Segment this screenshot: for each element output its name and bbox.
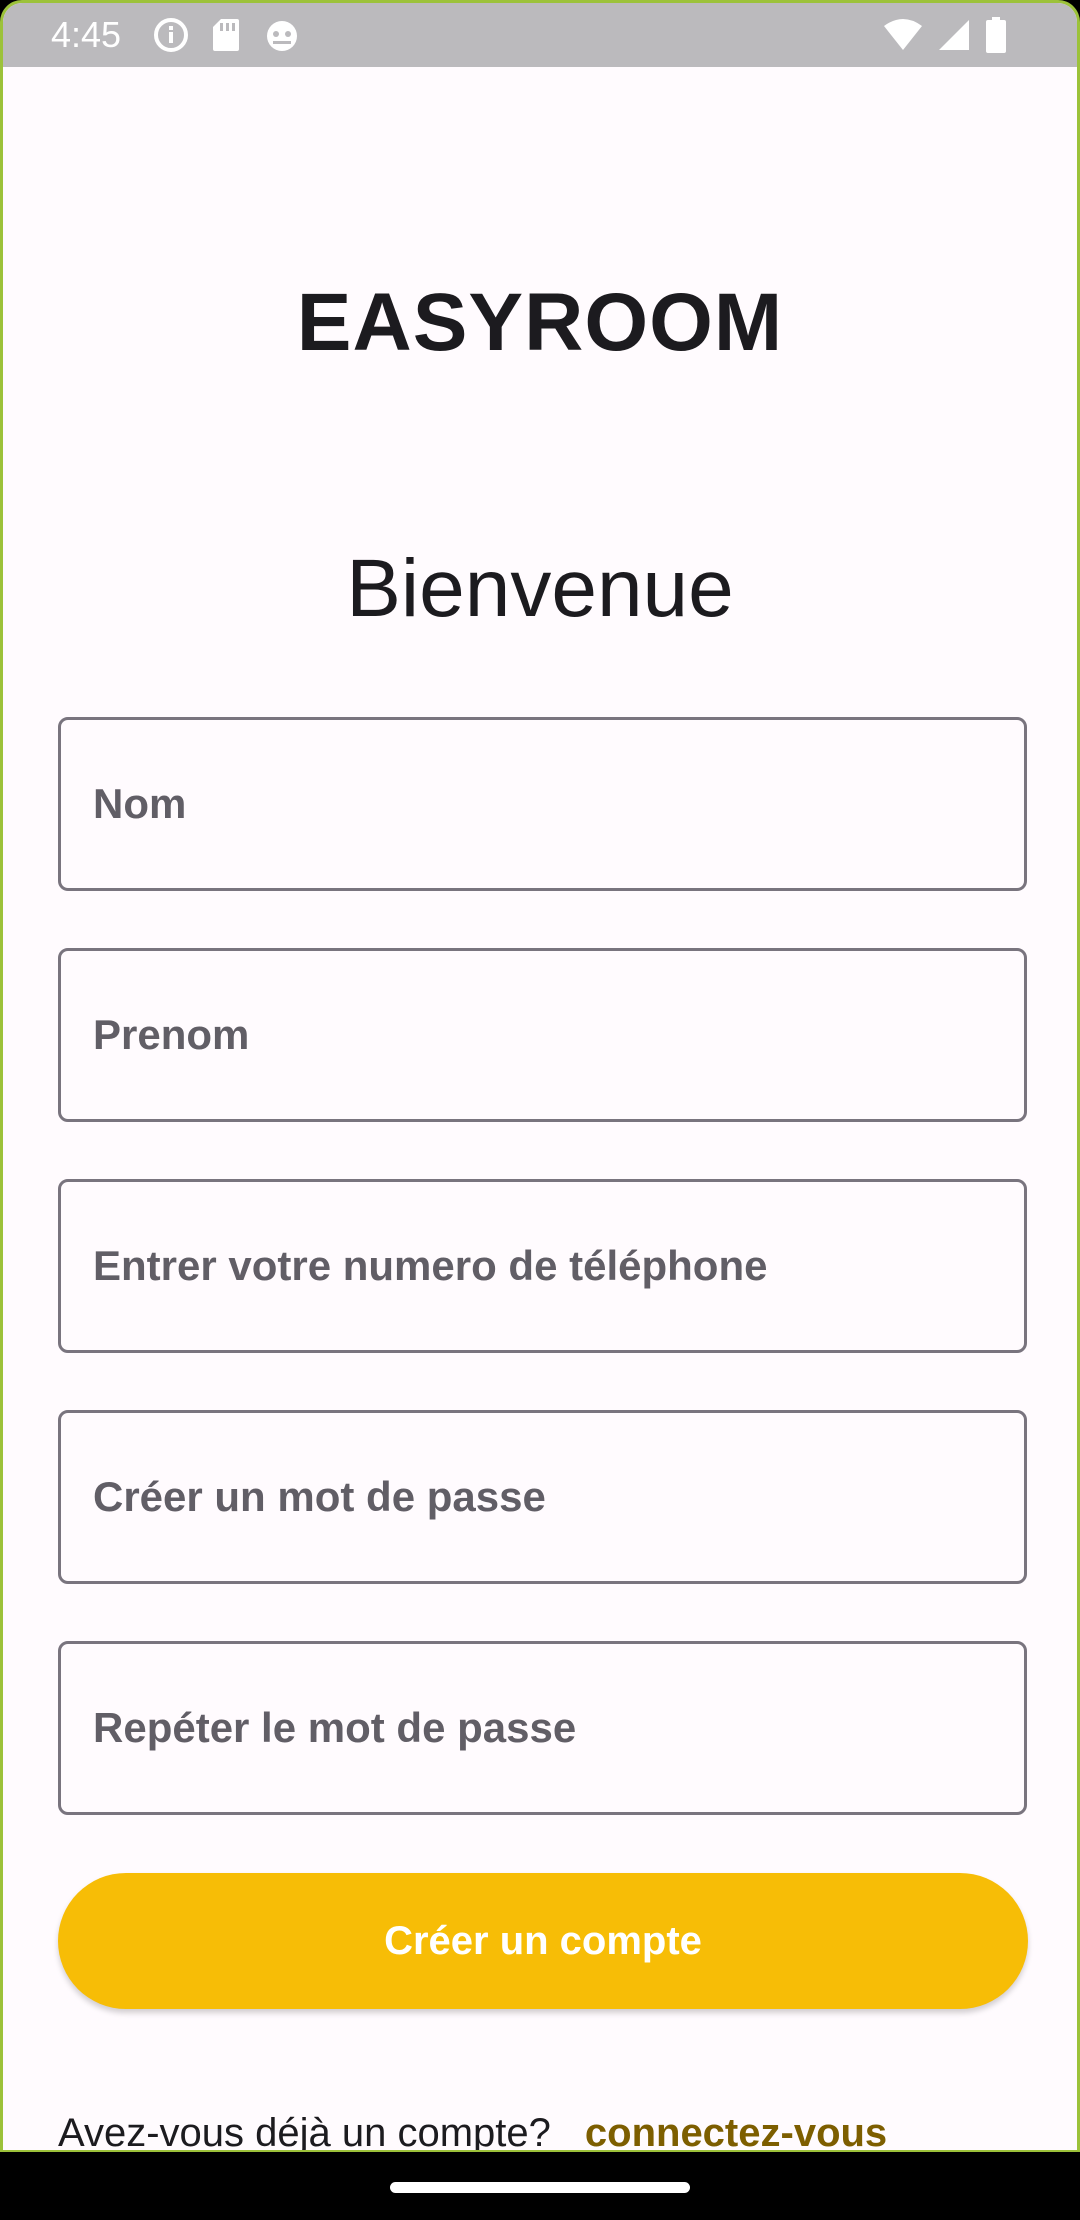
- create-account-label: Créer un compte: [384, 1918, 702, 1963]
- create-password-placeholder: Créer un mot de passe: [93, 1473, 546, 1520]
- repeat-password-placeholder: Repéter le mot de passe: [93, 1704, 577, 1751]
- app-title: EASYROOM: [296, 277, 784, 368]
- login-prompt: Avez-vous déjà un compte? connectez-vous: [58, 2103, 887, 2152]
- login-link[interactable]: connectez-vous: [585, 2111, 887, 2151]
- status-time: 4:45: [51, 14, 122, 55]
- create-password-field[interactable]: Créer un mot de passe: [58, 1410, 1027, 1584]
- status-notification-icons: [153, 17, 301, 53]
- android-robot-icon: [263, 17, 301, 53]
- cellular-signal-icon: [937, 18, 971, 52]
- app-screen: 4:45 EASYROOM Bienvenue Nom Prenom Entre…: [0, 0, 1080, 2152]
- battery-icon: [985, 17, 1007, 53]
- create-account-button[interactable]: Créer un compte: [58, 1873, 1028, 2009]
- status-bar: 4:45: [3, 3, 1077, 67]
- last-name-field[interactable]: Nom: [58, 717, 1027, 891]
- wifi-icon: [883, 18, 923, 52]
- welcome-heading: Bienvenue: [346, 543, 734, 634]
- info-icon: [153, 17, 189, 53]
- status-system-icons: [883, 17, 1007, 53]
- login-question: Avez-vous déjà un compte?: [58, 2110, 551, 2152]
- last-name-placeholder: Nom: [93, 780, 187, 827]
- first-name-placeholder: Prenom: [93, 1011, 250, 1058]
- home-gesture-handle[interactable]: [390, 2182, 690, 2193]
- phone-number-field[interactable]: Entrer votre numero de téléphone: [58, 1179, 1027, 1353]
- first-name-field[interactable]: Prenom: [58, 948, 1027, 1122]
- sd-card-icon: [211, 17, 241, 53]
- phone-number-placeholder: Entrer votre numero de téléphone: [93, 1242, 768, 1289]
- repeat-password-field[interactable]: Repéter le mot de passe: [58, 1641, 1027, 1815]
